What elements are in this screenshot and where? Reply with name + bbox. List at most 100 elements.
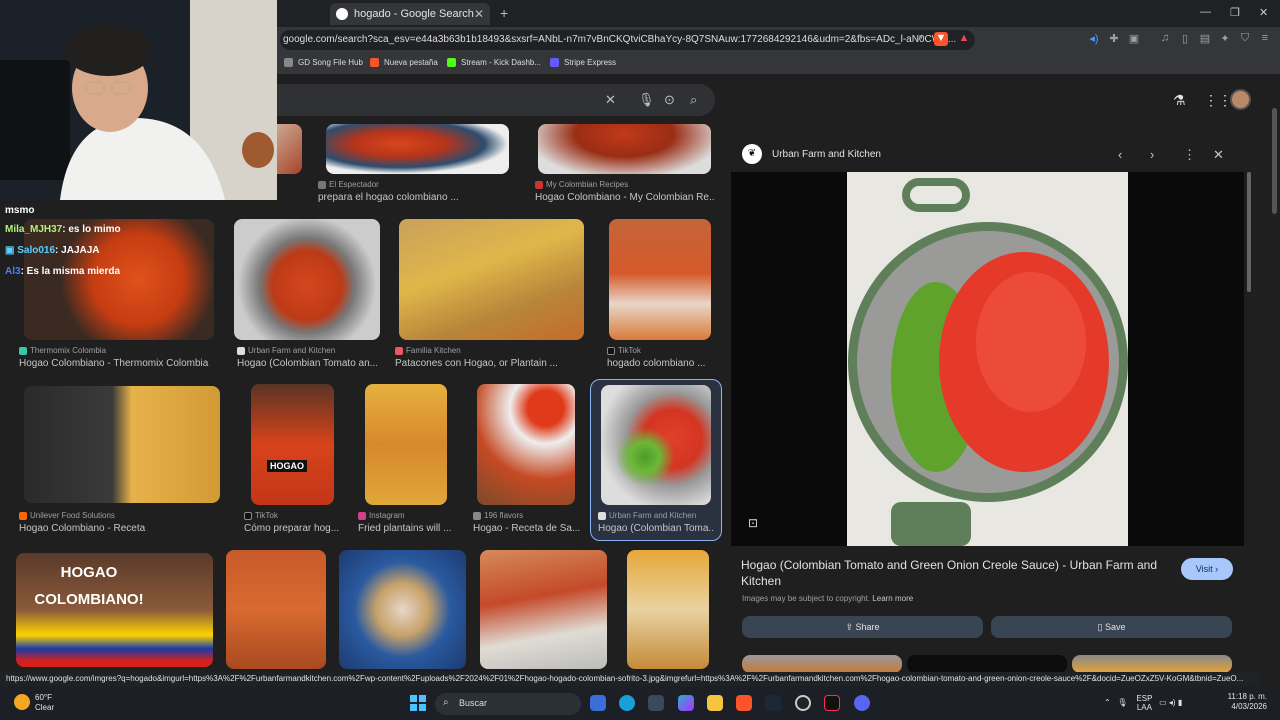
apps-icon[interactable]: ⋮⋮ (1204, 92, 1232, 109)
taskbar-app-icon[interactable] (590, 695, 606, 711)
share-icon: ⇪ (845, 622, 853, 632)
weather-widget[interactable]: 60°F Clear (35, 693, 54, 713)
related-image[interactable] (1072, 655, 1232, 673)
wallet-icon[interactable]: ▤ (1198, 32, 1212, 46)
new-tab-button[interactable]: + (500, 5, 508, 21)
result-title[interactable]: Hogao (Colombian Tomato an... (237, 358, 377, 369)
result-title[interactable]: Fried plantains will ... (358, 523, 458, 534)
file-explorer-icon[interactable] (707, 695, 723, 711)
sidebar-icon[interactable]: ▯ (1178, 32, 1192, 46)
clock[interactable]: 11:18 p. m. 4/03/2026 (1209, 692, 1267, 712)
search-inside-image-icon[interactable]: ⊡ (748, 516, 758, 530)
result-image[interactable] (609, 219, 711, 340)
result-title[interactable]: hogado colombiano ... (607, 358, 712, 369)
result-image[interactable] (627, 550, 709, 669)
bookmark-kick[interactable]: Stream - Kick Dashb... (447, 58, 541, 67)
search-icon[interactable]: ⌕ (690, 92, 697, 108)
bookmark-gd[interactable]: GD Song File Hub (284, 58, 363, 67)
weather-icon[interactable] (14, 694, 30, 710)
speaker-icon[interactable]: ◂) (1087, 32, 1101, 46)
next-icon[interactable]: › (1150, 147, 1154, 162)
result-image[interactable] (477, 384, 575, 505)
panel-site-name[interactable]: Urban Farm and Kitchen (772, 149, 881, 160)
webcam-figure (0, 0, 277, 200)
vpn-icon[interactable]: ⛉ (1238, 32, 1252, 46)
brave-icon[interactable] (736, 695, 752, 711)
search-icon: ⌕ (443, 697, 449, 708)
badge-icon: ▣ (5, 245, 18, 256)
tab-active[interactable]: hogado - Google Search ✕ (330, 3, 490, 25)
result-title[interactable]: Hogao (Colombian Toma... (598, 523, 714, 534)
maximize-button[interactable]: ❐ (1230, 6, 1240, 19)
result-image[interactable] (601, 385, 711, 505)
menu-icon[interactable]: ≡ (1258, 32, 1272, 46)
result-title[interactable]: Hogao Colombiano - Thermomix Colombia (19, 358, 219, 369)
labs-icon[interactable]: ⚗ (1173, 92, 1186, 109)
preview-image-drawing (847, 172, 1128, 546)
edge-icon[interactable] (619, 695, 635, 711)
result-image[interactable]: HOGAO COLOMBIANO! (16, 553, 213, 667)
account-avatar[interactable] (1230, 89, 1251, 110)
result-image[interactable] (24, 386, 220, 503)
tiktok-icon[interactable] (824, 695, 840, 711)
visit-button[interactable]: Visit › (1181, 558, 1233, 580)
steam-icon[interactable] (765, 695, 781, 711)
result-image[interactable] (538, 124, 711, 174)
close-window-button[interactable]: ✕ (1259, 6, 1268, 19)
url-field[interactable]: google.com/search?sca_esv=e44a3b63b1b184… (280, 30, 975, 50)
bookmark-nueva[interactable]: Nueva pestaña (370, 58, 438, 67)
result-title[interactable]: Hogao Colombiano - My Colombian Re... (535, 192, 715, 203)
result-title[interactable]: Patacones con Hogao, or Plantain ... (395, 358, 565, 369)
share-button[interactable]: ⇪ Share (742, 616, 983, 638)
close-panel-icon[interactable]: ✕ (1213, 147, 1224, 163)
language-indicator: ESP LAA (1136, 694, 1153, 712)
preview-image[interactable] (731, 172, 1244, 546)
bookmark-stripe[interactable]: Stripe Express (550, 58, 616, 67)
store-icon[interactable] (648, 695, 664, 711)
more-options-icon[interactable]: ⋮ (1183, 147, 1196, 163)
result-image[interactable] (399, 219, 584, 340)
result-title[interactable]: prepara el hogao colombiano ... (318, 192, 458, 203)
learn-more-link[interactable]: Learn more (872, 594, 913, 603)
discord-icon[interactable] (854, 695, 870, 711)
panel-title[interactable]: Hogao (Colombian Tomato and Green Onion … (741, 557, 1171, 589)
media-icon[interactable]: ♫ (1158, 32, 1172, 46)
brave-rewards-icon[interactable]: ▲ (957, 32, 971, 46)
save-button[interactable]: ▯ Save (991, 616, 1232, 638)
result-title[interactable]: Hogao Colombiano - Receta (19, 523, 219, 534)
result-title[interactable]: Cómo preparar hog... (244, 523, 344, 534)
result-image[interactable] (326, 124, 509, 174)
brave-shields-icon[interactable]: ▼ (934, 32, 948, 46)
lens-icon[interactable]: ⊙ (664, 92, 675, 108)
leo-ai-icon[interactable]: ✦ (1218, 32, 1232, 46)
page-scrollbar[interactable] (1272, 108, 1277, 214)
result-image[interactable]: HOGAO (251, 384, 334, 505)
related-image[interactable] (907, 655, 1067, 673)
copilot-icon[interactable] (678, 695, 694, 711)
obs-icon[interactable] (795, 695, 811, 711)
previous-icon[interactable]: ‹ (1118, 147, 1122, 162)
result-title[interactable]: Hogao - Receta de Sa... (473, 523, 583, 534)
status-url: https://www.google.com/imgres?q=hogado&i… (0, 672, 1260, 686)
start-button[interactable] (410, 695, 426, 711)
tab-title: hogado - Google Search (354, 8, 474, 20)
extensions-icon[interactable]: ✚ (1107, 32, 1121, 46)
result-image[interactable] (339, 550, 466, 669)
minimize-button[interactable]: — (1200, 6, 1211, 18)
folder-icon (284, 58, 293, 67)
system-tray[interactable]: ⌃ 🎙 ESP LAA ▭ ◂) ▮ (1104, 694, 1182, 712)
screenshot-icon[interactable]: ▣ (1127, 32, 1141, 46)
taskbar-search[interactable]: ⌕ Buscar (435, 693, 581, 715)
share-icon[interactable]: ↗ (912, 32, 926, 46)
clear-icon[interactable]: ✕ (605, 92, 616, 108)
site-logo-icon: ❦ (742, 144, 762, 164)
close-tab-icon[interactable]: ✕ (474, 7, 484, 21)
related-image[interactable] (742, 655, 902, 673)
result-image[interactable] (480, 550, 607, 669)
battery-icon: ▮ (1177, 698, 1183, 708)
result-source: 196 flavors (473, 511, 583, 520)
panel-scrollbar[interactable] (1247, 172, 1251, 292)
result-image[interactable] (365, 384, 447, 505)
result-image[interactable] (226, 550, 326, 669)
mic-icon[interactable]: 🎙 (638, 92, 655, 108)
